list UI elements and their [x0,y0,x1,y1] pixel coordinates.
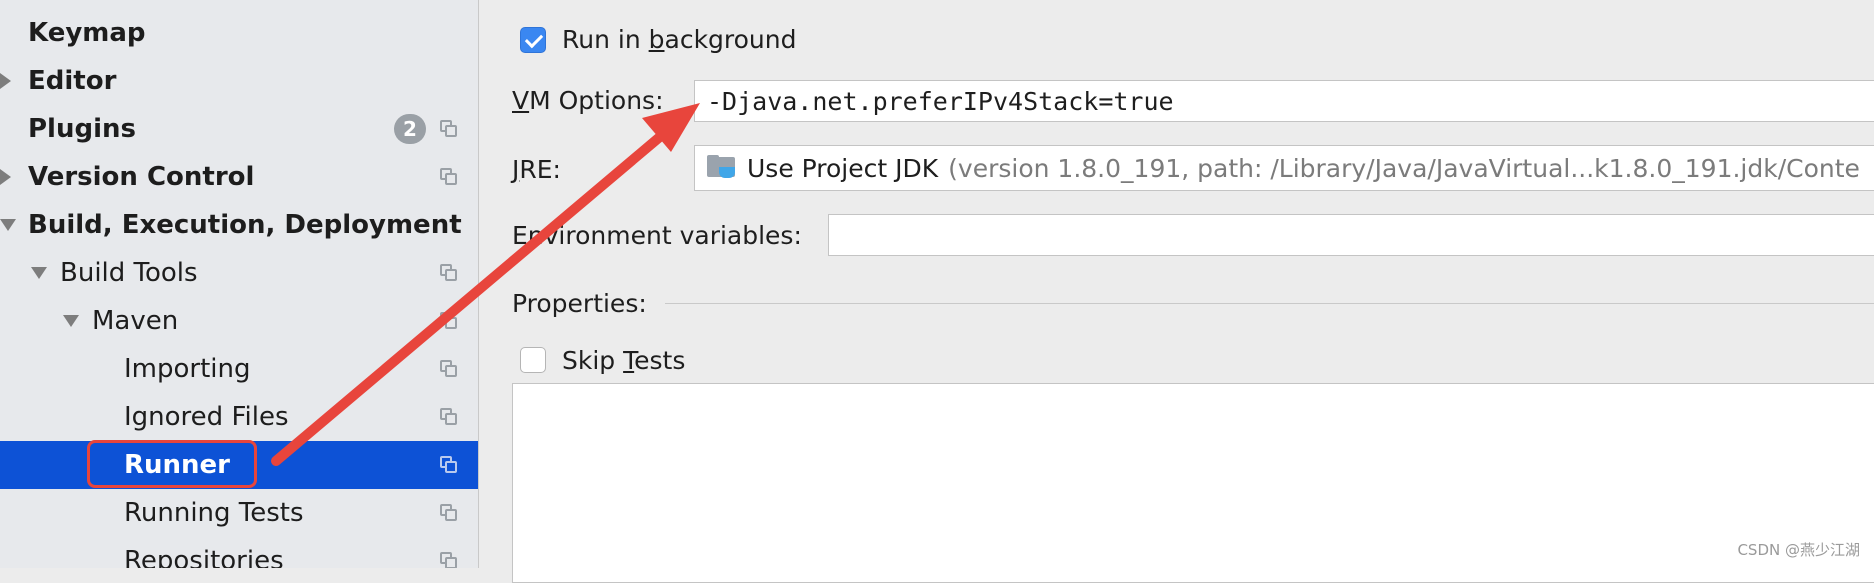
tree-item-keymap[interactable]: Keymap [0,9,478,57]
environment-variables-field[interactable] [828,214,1874,256]
skip-tests-checkbox[interactable] [520,347,546,373]
tree-item-plugins[interactable]: Plugins 2 [0,105,478,153]
tree-item-label: Running Tests [124,498,304,528]
jre-label: JRE: [512,155,561,184]
project-level-icon [440,312,458,330]
properties-table[interactable] [512,383,1874,583]
expand-arrow-icon[interactable] [0,169,11,185]
tree-item-label: Importing [124,354,251,384]
run-in-background-checkbox[interactable] [520,27,546,53]
project-level-icon [440,120,458,138]
jre-detail: (version 1.8.0_191, path: /Library/Java/… [948,153,1860,183]
environment-variables-label: Environment variables: [512,221,802,250]
tree-item-label: Repositories [124,546,284,568]
tree-item-label: Editor [28,66,117,96]
watermark: CSDN @燕少江湖 [1737,541,1860,559]
tree-item-editor[interactable]: Editor [0,57,478,105]
project-level-icon [440,504,458,522]
skip-tests-label[interactable]: Skip Tests [562,346,685,375]
tree-item-running-tests[interactable]: Running Tests [0,489,478,537]
project-level-icon [440,360,458,378]
collapse-arrow-icon[interactable] [0,219,16,231]
tree-item-label: Build Tools [60,258,198,288]
project-level-icon [440,168,458,186]
tree-item-label: Build, Execution, Deployment [28,210,462,240]
tree-item-build-execution-deployment[interactable]: Build, Execution, Deployment [0,201,478,249]
properties-label: Properties: [512,289,647,318]
run-in-background-label[interactable]: Run in background [562,25,797,54]
project-level-icon [440,456,458,474]
tree-item-label: Plugins [28,114,136,144]
tree-item-version-control[interactable]: Version Control [0,153,478,201]
annotation-highlight-box [87,440,257,488]
project-level-icon [440,408,458,426]
vm-options-field[interactable]: -Djava.net.preferIPv4Stack=true [694,80,1874,122]
collapse-arrow-icon[interactable] [31,267,47,279]
tree-item-maven[interactable]: Maven [0,297,478,345]
jre-combobox[interactable]: Use Project JDK (version 1.8.0_191, path… [694,145,1874,191]
tree-item-ignored-files[interactable]: Ignored Files [0,393,478,441]
plugins-update-badge: 2 [394,114,426,144]
vm-options-value: -Djava.net.preferIPv4Stack=true [707,86,1174,116]
tree-item-label: Version Control [28,162,255,192]
jdk-folder-icon [707,155,737,181]
tree-item-label: Ignored Files [124,402,289,432]
tree-item-label: Maven [92,306,179,336]
vm-options-label: VM Options: [512,86,664,115]
runner-settings-panel: Run in background VM Options: -Djava.net… [479,0,1874,583]
project-level-icon [440,264,458,282]
jre-value: Use Project JDK [747,153,939,183]
settings-tree: Keymap Editor Plugins 2 Version Control … [0,0,479,568]
properties-separator [665,303,1874,304]
expand-arrow-icon[interactable] [0,73,11,89]
project-level-icon [440,552,458,568]
tree-item-importing[interactable]: Importing [0,345,478,393]
tree-item-label: Keymap [28,18,146,48]
collapse-arrow-icon[interactable] [63,315,79,327]
tree-item-build-tools[interactable]: Build Tools [0,249,478,297]
tree-item-repositories[interactable]: Repositories [0,537,478,568]
